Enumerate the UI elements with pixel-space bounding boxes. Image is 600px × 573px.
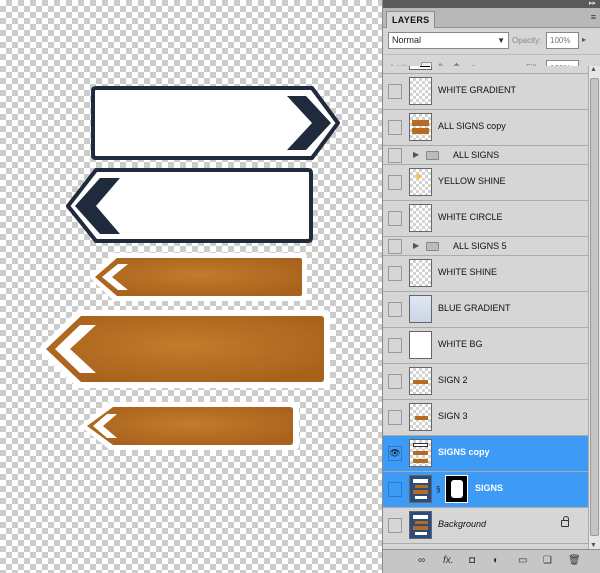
layer-name: SIGNS copy [438, 447, 490, 457]
layer-name: ALL SIGNS copy [438, 121, 506, 131]
layer-row[interactable]: SIGN 3 [383, 400, 588, 436]
layer-row-selected[interactable]: 👁 SIGNS copy [383, 436, 588, 472]
scroll-thumb[interactable] [590, 78, 599, 536]
visibility-toggle[interactable] [388, 338, 402, 353]
layer-name: Background [438, 519, 487, 529]
expand-triangle-icon[interactable]: ▶ [413, 241, 419, 250]
visibility-toggle[interactable] [388, 148, 402, 163]
visibility-toggle[interactable] [388, 302, 402, 317]
layer-name: ALL SIGNS [453, 150, 500, 160]
expand-triangle-icon[interactable]: ▶ [413, 150, 419, 159]
layer-thumbnail [409, 168, 432, 196]
scroll-down-icon[interactable]: ▼ [590, 542, 597, 549]
layer-name: SIGN 3 [438, 411, 468, 421]
layers-panel: ▸▸ LAYERS ≡ Normal ▼ Opacity: 100% ▸ Loc… [382, 0, 600, 573]
visibility-toggle[interactable] [388, 482, 402, 497]
eye-icon[interactable]: 👁 [388, 446, 402, 461]
link-layers-icon[interactable]: ∞ [418, 555, 425, 567]
layer-thumbnail [409, 295, 432, 323]
layer-thumbnail [409, 113, 432, 141]
panel-bottom-bar: ∞ fx. ◘ ◐ ▭ ❏ 🗑 [383, 549, 600, 573]
fx-icon[interactable]: fx. [443, 555, 454, 567]
delete-layer-icon[interactable]: 🗑 [568, 555, 581, 567]
panel-tabbar: LAYERS ≡ [383, 8, 600, 28]
layer-thumbnail [409, 403, 432, 431]
layer-name: WHITE CIRCLE [438, 212, 503, 222]
layer-name: SIGNS [475, 483, 504, 493]
layer-name: WHITE BG [438, 339, 483, 349]
blend-mode-value: Normal [392, 35, 422, 45]
layer-row[interactable]: YELLOW SHINE [383, 165, 588, 201]
folder-icon [426, 242, 439, 251]
layer-row[interactable]: WHITE SHINE [383, 256, 588, 292]
blend-row: Normal ▼ Opacity: 100% ▸ [383, 28, 600, 54]
visibility-toggle[interactable] [388, 175, 402, 190]
layer-thumbnail [409, 77, 432, 105]
layer-name: YELLOW SHINE [438, 176, 506, 186]
visibility-toggle[interactable] [388, 239, 402, 254]
lock-icon [561, 516, 569, 527]
document-canvas[interactable] [0, 0, 382, 573]
opacity-arrow-icon[interactable]: ▸ [582, 35, 586, 44]
visibility-toggle[interactable] [388, 518, 402, 533]
layer-row-selected[interactable]: § SIGNS [383, 472, 588, 508]
layer-group-row[interactable]: ▶ ALL SIGNS [383, 146, 588, 165]
layer-row[interactable]: ALL SIGNS copy [383, 110, 588, 146]
layer-row[interactable]: WHITE BG [383, 328, 588, 364]
layer-thumbnail [409, 204, 432, 232]
layer-thumbnail [409, 367, 432, 395]
layer-row[interactable]: WHITE CIRCLE [383, 201, 588, 237]
visibility-toggle[interactable] [388, 266, 402, 281]
layer-thumbnail [409, 511, 432, 539]
scroll-up-icon[interactable]: ▲ [590, 66, 597, 73]
layer-thumbnail [409, 475, 432, 503]
layers-scrollbar[interactable]: ▲ ▼ [588, 66, 600, 549]
layer-thumbnail [409, 259, 432, 287]
panel-menu-icon[interactable]: ≡ [591, 12, 596, 22]
layer-thumbnail [409, 66, 432, 70]
layer-row[interactable]: BLUE GRADIENT [383, 292, 588, 328]
opacity-label: Opacity: [512, 36, 542, 45]
layer-row-partial[interactable] [383, 66, 588, 74]
folder-icon [426, 151, 439, 160]
layer-row[interactable]: WHITE GRADIENT [383, 74, 588, 110]
panel-titlebar: ▸▸ [383, 0, 600, 8]
chevron-down-icon: ▼ [497, 36, 505, 45]
layer-row[interactable]: SIGN 2 [383, 364, 588, 400]
layer-name: ALL SIGNS 5 [453, 241, 507, 251]
layer-group-row[interactable]: ▶ ALL SIGNS 5 [383, 237, 588, 256]
visibility-toggle[interactable] [388, 374, 402, 389]
layer-name: BLUE GRADIENT [438, 303, 511, 313]
opacity-field[interactable]: 100% [546, 32, 579, 49]
collapse-icon[interactable]: ▸▸ [589, 0, 596, 8]
layers-list: WHITE GRADIENT ALL SIGNS copy ▶ ALL SIGN… [383, 66, 588, 549]
tab-layers[interactable]: LAYERS [386, 11, 436, 28]
layer-thumbnail [409, 331, 432, 359]
new-layer-icon[interactable]: ❏ [543, 555, 552, 567]
blend-mode-select[interactable]: Normal ▼ [388, 32, 509, 49]
visibility-toggle[interactable] [388, 120, 402, 135]
layer-name: SIGN 2 [438, 375, 468, 385]
new-group-icon[interactable]: ▭ [518, 555, 527, 567]
layer-thumbnail [409, 439, 432, 467]
layer-name: WHITE GRADIENT [438, 85, 516, 95]
link-chain-icon[interactable]: § [436, 485, 440, 494]
layer-name: WHITE SHINE [438, 267, 498, 277]
add-mask-icon[interactable]: ◘ [469, 555, 475, 567]
visibility-toggle[interactable] [388, 211, 402, 226]
visibility-toggle[interactable] [388, 410, 402, 425]
visibility-toggle[interactable] [388, 84, 402, 99]
layer-mask-thumbnail[interactable] [445, 475, 468, 503]
adjustment-layer-icon[interactable]: ◐ [493, 555, 499, 567]
layer-row[interactable]: Background [383, 508, 588, 544]
signs-artwork [38, 86, 340, 450]
